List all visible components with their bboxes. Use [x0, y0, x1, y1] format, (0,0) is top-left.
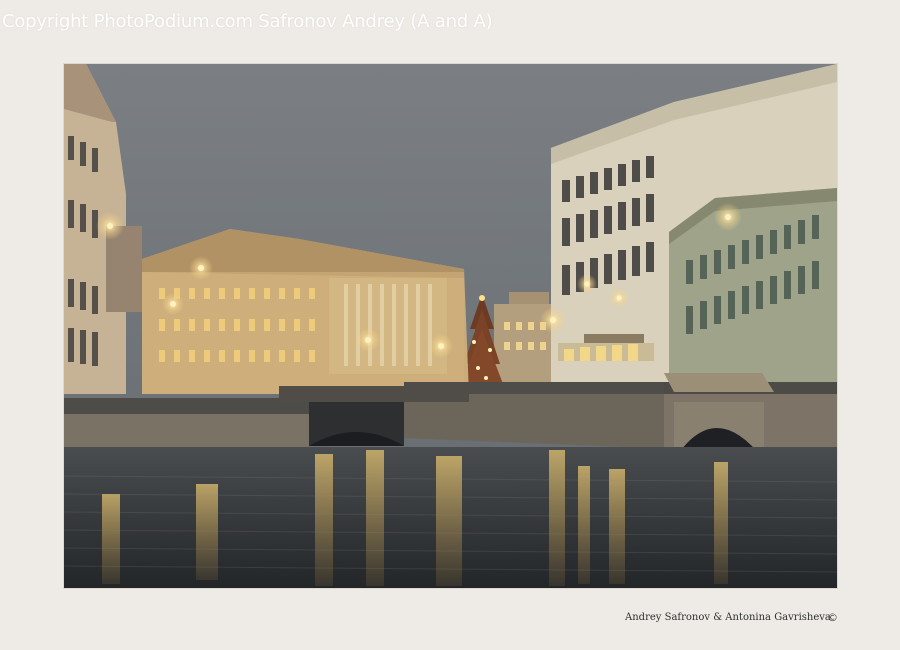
bridge-right [664, 373, 774, 460]
photo-credit: Andrey Safronov & Antonina Gavrisheva [625, 612, 831, 623]
copyright-icon: © [827, 611, 838, 624]
copyright-watermark: Copyright PhotoPodium.com Safronov Andre… [2, 11, 493, 32]
photo-scene [64, 64, 837, 588]
right-green-building [669, 188, 837, 390]
photo-frame [64, 64, 837, 588]
